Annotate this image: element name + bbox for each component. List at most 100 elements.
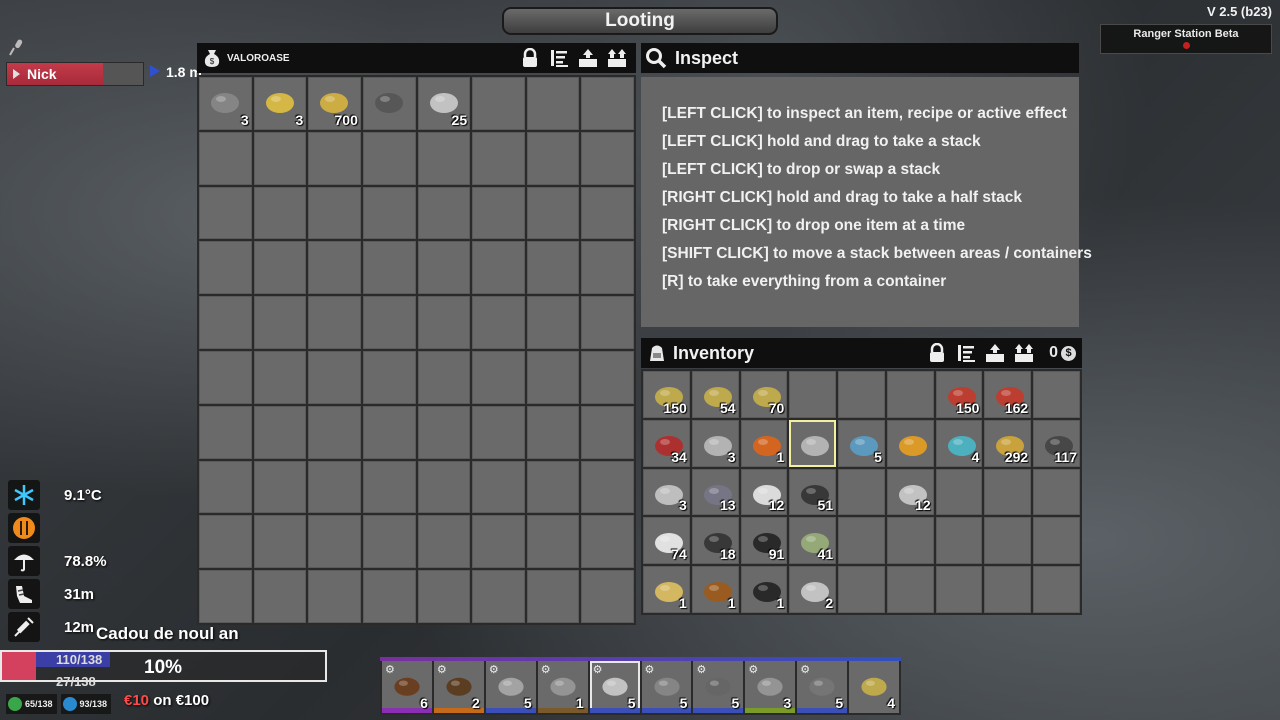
empty-slot[interactable]	[253, 515, 307, 569]
empty-slot[interactable]	[199, 460, 252, 514]
inventory-slot[interactable]: 91	[740, 517, 788, 565]
empty-slot[interactable]	[417, 350, 471, 404]
empty-slot[interactable]	[838, 371, 885, 418]
empty-slot[interactable]	[199, 515, 252, 569]
empty-slot[interactable]	[581, 350, 634, 404]
inventory-slot[interactable]: 4	[935, 419, 983, 467]
empty-slot[interactable]	[253, 186, 307, 240]
empty-slot[interactable]	[1033, 517, 1080, 565]
empty-slot[interactable]	[362, 131, 416, 185]
inventory-slot[interactable]	[789, 419, 837, 467]
empty-slot[interactable]	[417, 570, 471, 623]
inventory-slot[interactable]: 292	[984, 419, 1032, 467]
inventory-slot[interactable]: 1	[643, 566, 690, 613]
empty-slot[interactable]	[1033, 468, 1080, 516]
empty-slot[interactable]	[1033, 371, 1080, 418]
empty-slot[interactable]	[581, 131, 634, 185]
empty-slot[interactable]	[472, 515, 525, 569]
empty-slot[interactable]	[472, 405, 525, 459]
empty-slot[interactable]	[417, 296, 471, 349]
empty-slot[interactable]	[935, 566, 983, 613]
inventory-slot[interactable]: 54	[691, 371, 739, 418]
toolbelt-slot[interactable]: ⚙ 1	[537, 661, 588, 713]
empty-slot[interactable]	[253, 296, 307, 349]
empty-slot[interactable]	[886, 371, 934, 418]
toolbelt-slot[interactable]: ⚙ 3	[745, 661, 796, 713]
empty-slot[interactable]	[362, 186, 416, 240]
inventory-slot[interactable]	[886, 419, 934, 467]
inventory-slot[interactable]: 70	[740, 371, 788, 418]
inventory-slot[interactable]: 1	[740, 566, 788, 613]
empty-slot[interactable]	[253, 460, 307, 514]
inventory-slot[interactable]: 12	[740, 468, 788, 516]
toolbelt-slot[interactable]: ⚙ 5	[797, 661, 848, 713]
inventory-slot[interactable]: 13	[691, 468, 739, 516]
empty-slot[interactable]	[581, 515, 634, 569]
empty-slot[interactable]	[362, 296, 416, 349]
empty-slot[interactable]	[886, 566, 934, 613]
empty-slot[interactable]	[253, 405, 307, 459]
empty-slot[interactable]	[362, 241, 416, 295]
empty-slot[interactable]	[581, 570, 634, 623]
empty-slot[interactable]	[526, 570, 580, 623]
empty-slot[interactable]	[789, 371, 837, 418]
empty-slot[interactable]	[417, 515, 471, 569]
inventory-slot[interactable]	[362, 77, 416, 130]
empty-slot[interactable]	[199, 186, 252, 240]
empty-slot[interactable]	[472, 131, 525, 185]
loot-all-icon[interactable]	[1012, 342, 1035, 365]
empty-slot[interactable]	[253, 131, 307, 185]
empty-slot[interactable]	[526, 241, 580, 295]
inventory-slot[interactable]: 1	[740, 419, 788, 467]
inventory-slot[interactable]: 3	[643, 468, 690, 516]
inventory-slot[interactable]: 18	[691, 517, 739, 565]
inventory-slot[interactable]: 700	[308, 77, 361, 130]
inventory-slot[interactable]: 150	[643, 371, 690, 418]
empty-slot[interactable]	[308, 241, 361, 295]
empty-slot[interactable]	[526, 296, 580, 349]
empty-slot[interactable]	[417, 186, 471, 240]
empty-slot[interactable]	[472, 460, 525, 514]
empty-slot[interactable]	[472, 350, 525, 404]
empty-slot[interactable]	[308, 296, 361, 349]
inventory-slot[interactable]: 74	[643, 517, 690, 565]
empty-slot[interactable]	[1033, 566, 1080, 613]
empty-slot[interactable]	[253, 350, 307, 404]
empty-slot[interactable]	[199, 570, 252, 623]
empty-slot[interactable]	[417, 405, 471, 459]
empty-slot[interactable]	[308, 186, 361, 240]
empty-slot[interactable]	[417, 241, 471, 295]
toolbelt-slot[interactable]: 4	[849, 661, 900, 713]
empty-slot[interactable]	[253, 570, 307, 623]
loot-all-icon[interactable]	[605, 47, 628, 70]
empty-slot[interactable]	[526, 186, 580, 240]
inventory-slot[interactable]: 150	[935, 371, 983, 418]
inventory-slot[interactable]: 12	[886, 468, 934, 516]
toolbelt-slot[interactable]: ⚙ 5	[485, 661, 536, 713]
inventory-slot[interactable]: 162	[984, 371, 1032, 418]
empty-slot[interactable]	[581, 241, 634, 295]
inventory-slot[interactable]: 34	[643, 419, 690, 467]
empty-slot[interactable]	[308, 350, 361, 404]
empty-slot[interactable]	[526, 515, 580, 569]
inventory-slot[interactable]: 3	[253, 77, 307, 130]
toolbelt-slot[interactable]: ⚙ 2	[433, 661, 484, 713]
empty-slot[interactable]	[362, 350, 416, 404]
empty-slot[interactable]	[838, 517, 885, 565]
inventory-slot[interactable]: 41	[789, 517, 837, 565]
empty-slot[interactable]	[581, 405, 634, 459]
empty-slot[interactable]	[984, 468, 1032, 516]
empty-slot[interactable]	[362, 515, 416, 569]
quick-stack-icon[interactable]	[576, 47, 599, 70]
sort-icon[interactable]	[547, 47, 570, 70]
empty-slot[interactable]	[935, 517, 983, 565]
toolbelt-slot[interactable]: ⚙ 5	[693, 661, 744, 713]
empty-slot[interactable]	[199, 296, 252, 349]
empty-slot[interactable]	[362, 405, 416, 459]
empty-slot[interactable]	[581, 296, 634, 349]
empty-slot[interactable]	[472, 570, 525, 623]
toolbelt-slot[interactable]: ⚙ 5	[641, 661, 692, 713]
empty-slot[interactable]	[308, 405, 361, 459]
toolbelt-slot[interactable]: ⚙ 6	[382, 661, 432, 713]
empty-slot[interactable]	[838, 468, 885, 516]
